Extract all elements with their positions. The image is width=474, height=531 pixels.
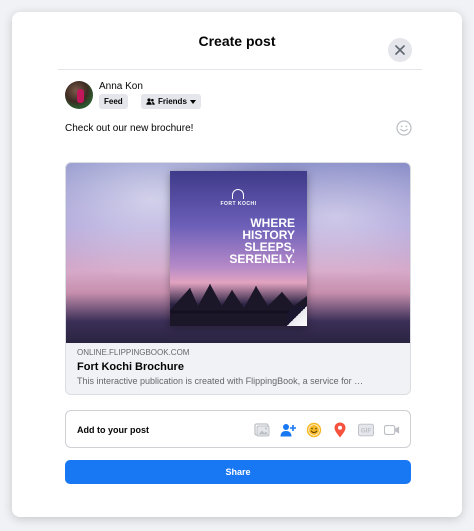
post-text-input[interactable]: Check out our new brochure! (65, 123, 193, 134)
gif-button[interactable]: GIF (358, 422, 374, 438)
brochure-headline: WHERE HISTORY SLEEPS, SERENELY. (229, 216, 295, 266)
link-preview-info[interactable]: ONLINE.FLIPPINGBOOK.COM Fort Kochi Broch… (66, 343, 410, 394)
share-button[interactable]: Share (65, 460, 411, 484)
gif-icon: GIF (358, 423, 374, 437)
link-preview-card[interactable]: FORT KOCHI WHERE HISTORY SLEEPS, SERENEL… (65, 162, 411, 395)
svg-text:GIF: GIF (361, 428, 372, 435)
link-domain: ONLINE.FLIPPINGBOOK.COM (77, 348, 190, 357)
photo-button[interactable] (254, 422, 270, 438)
link-preview-image[interactable]: FORT KOCHI WHERE HISTORY SLEEPS, SERENEL… (66, 163, 410, 343)
audience-label: Friends (158, 97, 187, 106)
photo-icon (254, 423, 270, 437)
emoji-button[interactable] (396, 120, 412, 136)
header-divider (58, 69, 422, 70)
feeling-icon (306, 422, 322, 438)
brand-logo (232, 189, 244, 199)
audience-selector[interactable]: Friends (141, 94, 201, 109)
create-post-dialog: Create post Anna Kon Feed Friends Check … (12, 12, 462, 517)
tag-people-icon (280, 424, 296, 437)
live-video-button[interactable] (384, 422, 400, 438)
friends-icon (146, 98, 155, 105)
live-video-icon (384, 424, 400, 436)
feed-selector[interactable]: Feed (99, 94, 128, 109)
add-to-post-label: Add to your post (77, 425, 149, 435)
close-button[interactable] (388, 38, 412, 62)
add-to-post-bar: Add to your post GIF (65, 410, 411, 448)
add-to-post-icons: GIF (254, 422, 400, 438)
smiley-icon (396, 120, 412, 136)
user-name: Anna Kon (99, 81, 143, 92)
avatar[interactable] (65, 81, 93, 109)
feed-label: Feed (104, 97, 123, 106)
tag-people-button[interactable] (280, 422, 296, 438)
feeling-button[interactable] (306, 422, 322, 438)
link-title: Fort Kochi Brochure (77, 361, 184, 373)
page-curl (287, 306, 307, 326)
location-button[interactable] (332, 422, 348, 438)
location-icon (334, 422, 346, 438)
close-icon (395, 45, 405, 55)
link-description: This interactive publication is created … (77, 376, 364, 386)
brochure-brand: FORT KOCHI (220, 201, 257, 207)
post-author: Anna Kon Feed Friends (65, 79, 365, 115)
caret-down-icon (189, 99, 196, 104)
brochure-cover: FORT KOCHI WHERE HISTORY SLEEPS, SERENEL… (170, 171, 307, 326)
